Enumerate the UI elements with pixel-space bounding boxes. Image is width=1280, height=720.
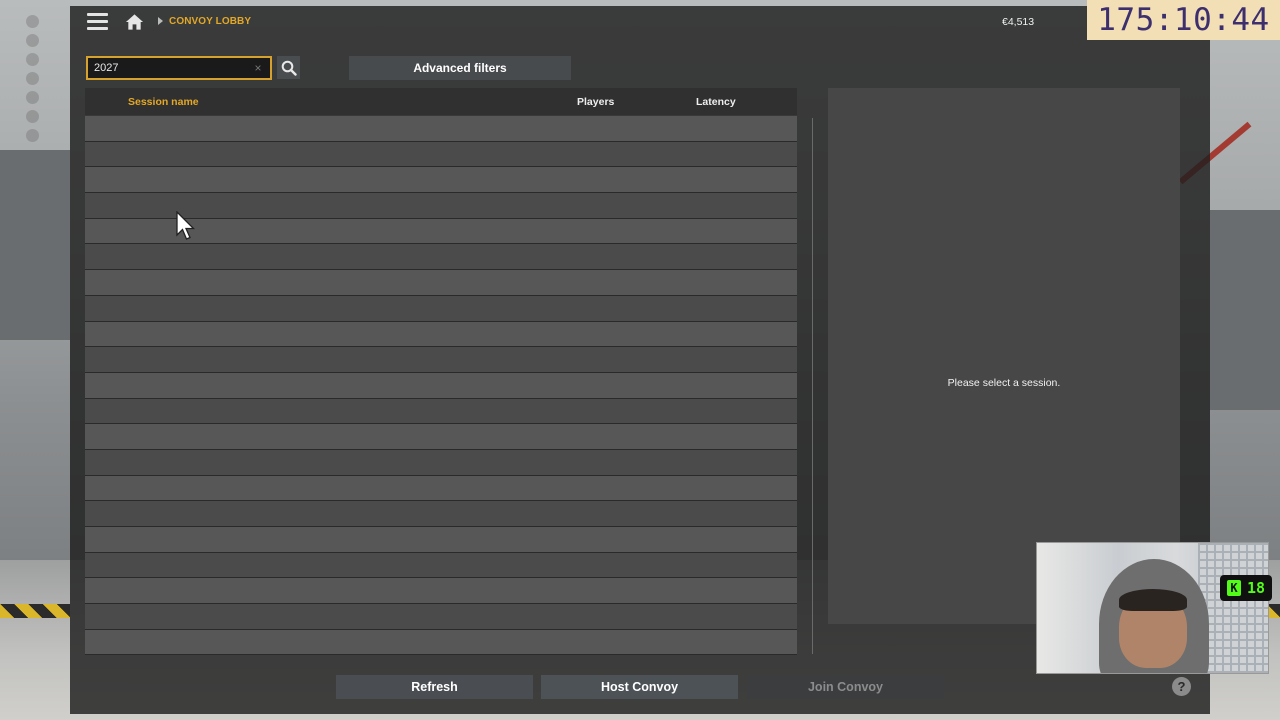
- table-row[interactable]: [85, 604, 797, 630]
- breadcrumb[interactable]: CONVOY LOBBY: [169, 16, 251, 27]
- menu-icon[interactable]: [87, 13, 108, 30]
- table-row[interactable]: [85, 347, 797, 373]
- table-row[interactable]: [85, 116, 797, 142]
- feed-avatar: [26, 15, 39, 28]
- clear-icon[interactable]: ×: [250, 61, 266, 75]
- money-balance: €4,513: [1002, 16, 1035, 28]
- detail-placeholder: Please select a session.: [947, 377, 1061, 389]
- viewer-count-badge: K 18: [1220, 575, 1272, 601]
- streamer-hair: [1119, 589, 1187, 611]
- session-rows: [85, 116, 797, 656]
- feed-avatar: [26, 129, 39, 142]
- table-row[interactable]: [85, 578, 797, 605]
- search-input[interactable]: 2027 ×: [86, 56, 272, 80]
- webcam-overlay: [1036, 542, 1269, 674]
- feed-avatar: [26, 53, 39, 66]
- table-row[interactable]: [85, 552, 797, 579]
- search-icon: [281, 60, 297, 76]
- join-convoy-button[interactable]: Join Convoy: [747, 675, 944, 699]
- table-row[interactable]: [85, 449, 797, 476]
- help-icon[interactable]: ?: [1172, 677, 1191, 696]
- table-row[interactable]: [85, 141, 797, 168]
- table-row[interactable]: [85, 167, 797, 194]
- chevron-right-icon: [158, 17, 163, 25]
- table-row[interactable]: [85, 270, 797, 296]
- feed-avatar: [26, 91, 39, 104]
- feed-avatar: [26, 110, 39, 123]
- table-row[interactable]: [85, 629, 797, 656]
- top-bar: CONVOY LOBBY €4,513: [70, 6, 1210, 38]
- refresh-button[interactable]: Refresh: [336, 675, 533, 699]
- kick-logo-icon: K: [1226, 580, 1241, 596]
- column-players[interactable]: Players: [577, 96, 614, 108]
- home-icon[interactable]: [125, 13, 144, 31]
- search-input-value[interactable]: 2027: [94, 62, 250, 74]
- column-latency[interactable]: Latency: [696, 96, 736, 108]
- table-row[interactable]: [85, 501, 797, 527]
- feed-avatar: [26, 72, 39, 85]
- stream-timer: 175:10:44: [1087, 0, 1280, 40]
- search-button[interactable]: [277, 56, 300, 79]
- table-row[interactable]: [85, 295, 797, 322]
- table-row[interactable]: [85, 372, 797, 399]
- background-wall-right: [1210, 210, 1280, 410]
- background-wall-left: [0, 150, 70, 340]
- advanced-filters-button[interactable]: Advanced filters: [349, 56, 571, 80]
- table-row[interactable]: [85, 527, 797, 553]
- table-header: Session name Players Latency: [85, 88, 797, 115]
- session-table: Session name Players Latency: [85, 88, 797, 656]
- feed-avatar: [26, 34, 39, 47]
- mouse-cursor-icon: [176, 211, 195, 240]
- table-row[interactable]: [85, 244, 797, 271]
- viewer-count: 18: [1246, 579, 1266, 597]
- table-row[interactable]: [85, 424, 797, 450]
- host-convoy-button[interactable]: Host Convoy: [541, 675, 738, 699]
- table-row[interactable]: [85, 321, 797, 348]
- hazard-stripe-left: [0, 604, 70, 618]
- table-scrollbar[interactable]: [812, 118, 813, 654]
- table-row[interactable]: [85, 475, 797, 502]
- table-row[interactable]: [85, 398, 797, 425]
- column-session-name[interactable]: Session name: [128, 96, 199, 108]
